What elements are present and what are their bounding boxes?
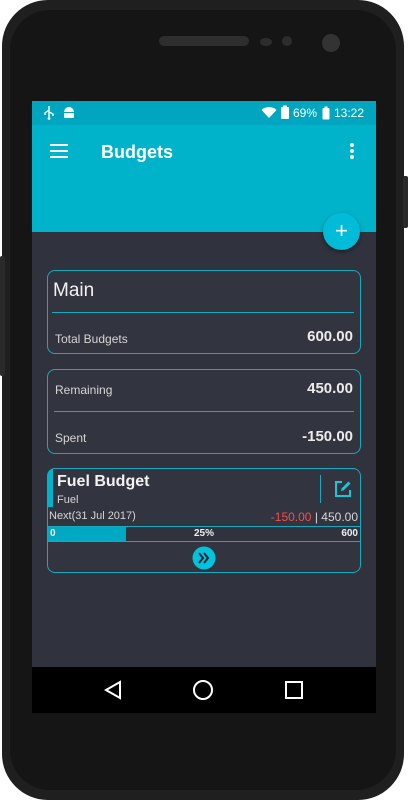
summary-card: Remaining 450.00 Spent -150.00 [47, 369, 361, 454]
home-icon[interactable] [192, 679, 214, 701]
screen: 69% 13:22 Budgets + Main Total Budgets 6… [32, 101, 376, 713]
status-time: 13:22 [334, 106, 365, 120]
light-sensor [282, 36, 292, 46]
budget-progress-bar: 0 25% 600 [48, 526, 360, 542]
navigation-bar [32, 667, 376, 713]
battery-icon [322, 106, 330, 120]
page-title: Budgets [101, 142, 173, 162]
remaining-label: Remaining [55, 383, 113, 397]
budget-remaining: 450.00 [321, 510, 358, 524]
wifi-icon [261, 107, 277, 118]
battery-percent: 69% [293, 106, 318, 120]
status-bar: 69% 13:22 [32, 101, 376, 125]
account-title: Main [53, 280, 95, 301]
budget-accent-stripe [48, 469, 53, 507]
expand-details-icon[interactable] [192, 546, 216, 570]
total-budgets-value: 600.00 [307, 328, 353, 345]
remaining-value: 450.00 [307, 380, 353, 397]
card-divider [52, 312, 354, 313]
battery-saver-icon [281, 105, 289, 119]
total-budgets-label: Total Budgets [55, 332, 128, 346]
back-icon[interactable] [103, 680, 123, 700]
amount-separator: | [314, 510, 318, 524]
spent-label: Spent [55, 431, 87, 445]
menu-icon[interactable] [50, 144, 68, 158]
volume-button [0, 256, 5, 376]
front-camera [322, 34, 340, 52]
budget-amounts: -150.00 | 450.00 [271, 510, 358, 524]
main-account-card[interactable]: Main Total Budgets 600.00 [47, 270, 361, 354]
budget-progress-fill [48, 527, 126, 541]
earpiece-speaker [159, 36, 249, 46]
budget-name: Fuel Budget [57, 473, 150, 490]
budget-spent: -150.00 [270, 510, 312, 524]
more-options-icon[interactable] [350, 143, 354, 159]
budget-item-card[interactable]: Fuel Budget Fuel Next(31 Jul 2017) -150.… [47, 468, 361, 573]
recents-icon[interactable] [284, 680, 304, 700]
edit-icon[interactable] [334, 480, 352, 498]
budget-category: Fuel [57, 494, 79, 506]
spent-value: -150.00 [302, 428, 353, 445]
progress-end-label: 600 [341, 528, 358, 539]
budget-next-date: Next(31 Jul 2017) [49, 510, 136, 522]
progress-percent-label: 25% [194, 528, 215, 539]
edit-divider [320, 475, 321, 503]
app-bar: Budgets [32, 125, 376, 232]
add-budget-button[interactable]: + [323, 213, 360, 250]
usb-icon [44, 106, 54, 120]
summary-divider [54, 411, 354, 412]
proximity-sensor [260, 38, 272, 46]
progress-start-label: 0 [50, 528, 56, 539]
android-icon [64, 107, 74, 118]
power-button [403, 176, 408, 228]
